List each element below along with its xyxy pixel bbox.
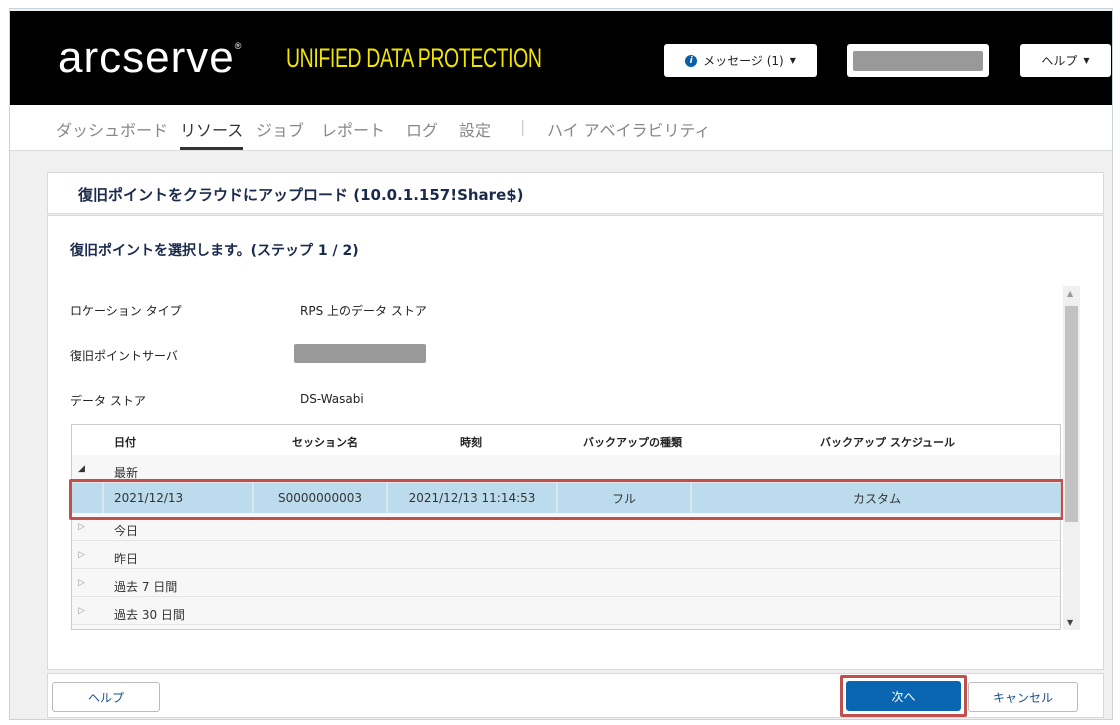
top-header: arcserve® UNIFIED DATA PROTECTION i メッセージ… (10, 11, 1112, 105)
location-type-value: RPS 上のデータ ストア (300, 304, 427, 318)
group-yesterday[interactable]: ▷ 昨日 (72, 541, 1060, 569)
dialog-footer: ヘルプ 次へ キャンセル (47, 673, 1104, 718)
data-store-value: DS-Wasabi (300, 392, 364, 406)
redacted-server (294, 344, 426, 363)
nav-reports[interactable]: レポート (321, 117, 385, 141)
group-last-30-days[interactable]: ▷ 過去 30 日間 (72, 597, 1060, 625)
scroll-down-icon[interactable]: ▼ (1067, 618, 1073, 627)
scrollbar-thumb[interactable] (1065, 306, 1078, 522)
nav-divider: | (520, 117, 526, 136)
scroll-up-icon[interactable]: ▲ (1067, 289, 1073, 298)
group-label: 今日 (114, 524, 139, 538)
data-store-label: データ ストア (70, 394, 146, 408)
nav-high-availability[interactable]: ハイ アベイラビリティ (547, 117, 711, 141)
col-schedule[interactable]: バックアップ スケジュール (820, 434, 955, 450)
chevron-down-icon: ▼ (789, 56, 796, 65)
app-window: arcserve® UNIFIED DATA PROTECTION i メッセージ… (9, 8, 1113, 720)
step-title: 復旧ポイントを選択します。(ステップ 1 / 2) (70, 243, 359, 259)
user-menu-button[interactable] (847, 44, 989, 77)
nav-dashboard[interactable]: ダッシュボード (56, 117, 168, 141)
highlight-box (69, 479, 1064, 520)
dialog-title-bar: 復旧ポイントをクラウドにアップロード (10.0.1.157!Share$) (47, 172, 1104, 214)
nav-resources[interactable]: リソース (180, 117, 244, 150)
messages-label: メッセージ (1) (703, 54, 784, 68)
col-backup-type[interactable]: バックアップの種類 (583, 434, 682, 450)
col-session[interactable]: セッション名 (292, 434, 358, 450)
product-name: UNIFIED DATA PROTECTION (286, 43, 542, 73)
nav-settings[interactable]: 設定 (459, 117, 491, 141)
next-button[interactable]: 次へ (846, 681, 961, 711)
redacted-username (853, 50, 983, 71)
expand-icon[interactable]: ▷ (78, 522, 85, 532)
nav-logs[interactable]: ログ (406, 117, 438, 141)
expand-icon[interactable]: ▷ (78, 578, 85, 588)
logo-text: arcserve (58, 33, 235, 82)
main-nav: ダッシュボード リソース ジョブ レポート ログ 設定 | ハイ アベイラビリテ… (10, 105, 1112, 151)
expand-icon[interactable]: ▷ (78, 550, 85, 560)
rps-server-label: 復旧ポイントサーバ (70, 349, 178, 363)
col-date[interactable]: 日付 (114, 434, 136, 450)
expand-icon[interactable]: ▷ (78, 606, 85, 616)
vertical-scrollbar[interactable]: ▲ ▼ (1063, 286, 1080, 630)
nav-jobs[interactable]: ジョブ (256, 117, 304, 141)
chevron-down-icon: ▼ (1083, 56, 1090, 65)
location-type-label: ロケーション タイプ (70, 304, 182, 318)
info-icon: i (685, 54, 698, 67)
dialog-title: 復旧ポイントをクラウドにアップロード (10.0.1.157!Share$) (78, 186, 524, 204)
group-label: 昨日 (114, 552, 139, 566)
messages-button[interactable]: i メッセージ (1) ▼ (664, 44, 817, 77)
recovery-points-table: 日付 セッション名 時刻 バックアップの種類 バックアップ スケジュール ◢ 最新… (71, 424, 1061, 630)
collapse-icon[interactable]: ◢ (78, 464, 85, 474)
col-time[interactable]: 時刻 (460, 434, 482, 450)
arcserve-logo: arcserve® (58, 33, 243, 82)
table-header: 日付 セッション名 時刻 バックアップの種類 バックアップ スケジュール (72, 425, 1060, 455)
group-last-7-days[interactable]: ▷ 過去 7 日間 (72, 569, 1060, 597)
group-label: 過去 7 日間 (114, 580, 178, 594)
group-label: 過去 30 日間 (114, 608, 185, 622)
help-label: ヘルプ (1041, 54, 1078, 68)
help-button[interactable]: ヘルプ (52, 682, 160, 712)
help-menu-button[interactable]: ヘルプ ▼ (1020, 44, 1111, 77)
dialog-body: 復旧ポイントを選択します。(ステップ 1 / 2) ロケーション タイプ RPS… (47, 215, 1104, 670)
cancel-button[interactable]: キャンセル (968, 682, 1078, 712)
